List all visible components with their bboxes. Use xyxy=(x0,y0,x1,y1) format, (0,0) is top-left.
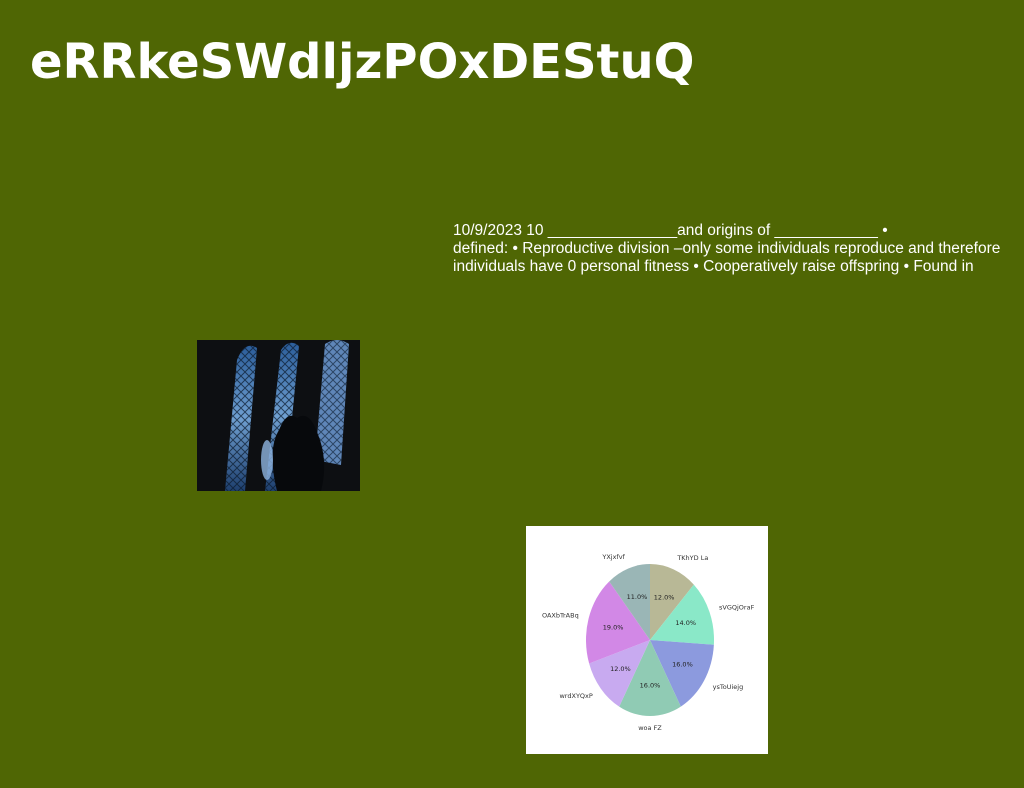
pie-percent-label: 11.0% xyxy=(627,593,648,601)
photo-illustration xyxy=(197,340,360,491)
text-line: 10/9/2023 10 _______________and origins … xyxy=(453,222,888,239)
pie-category-label: sVGQjOraF xyxy=(719,604,755,612)
pie-category-label: ysToUiejg xyxy=(713,683,744,691)
pie-chart-svg: 12.0% TKhYD La 14.0% sVGQjOraF 16.0% ysToUiej… xyxy=(542,553,755,732)
pie-percent-label: 12.0% xyxy=(654,594,675,602)
page-title: eRRkeSWdljzPOxDEStuQ xyxy=(30,34,695,90)
pie-percent-label: 14.0% xyxy=(675,619,696,627)
text-block: 10/9/2023 10 _______________and origins … xyxy=(453,222,1024,276)
stained-glass-photo xyxy=(197,340,360,491)
pie-percent-label: 16.0% xyxy=(672,660,693,668)
pie-category-label: TKhYD La xyxy=(676,554,708,562)
pie-category-label: OAXbTrABq xyxy=(542,611,579,619)
pie-percent-label: 19.0% xyxy=(603,623,624,631)
pie-percent-label: 12.0% xyxy=(610,665,631,673)
pie-chart: 12.0% TKhYD La 14.0% sVGQjOraF 16.0% ysToUiej… xyxy=(526,526,768,754)
pie-category-label: woa FZ xyxy=(638,724,662,732)
pie-category-label: YXjxfvf xyxy=(601,553,625,561)
text-line: individuals have 0 personal fitness • Co… xyxy=(453,258,974,275)
text-line: defined: • Reproductive division –only s… xyxy=(453,240,1001,257)
pie-category-label: wrdXYQxP xyxy=(559,692,592,700)
pie-percent-label: 16.0% xyxy=(640,682,661,690)
